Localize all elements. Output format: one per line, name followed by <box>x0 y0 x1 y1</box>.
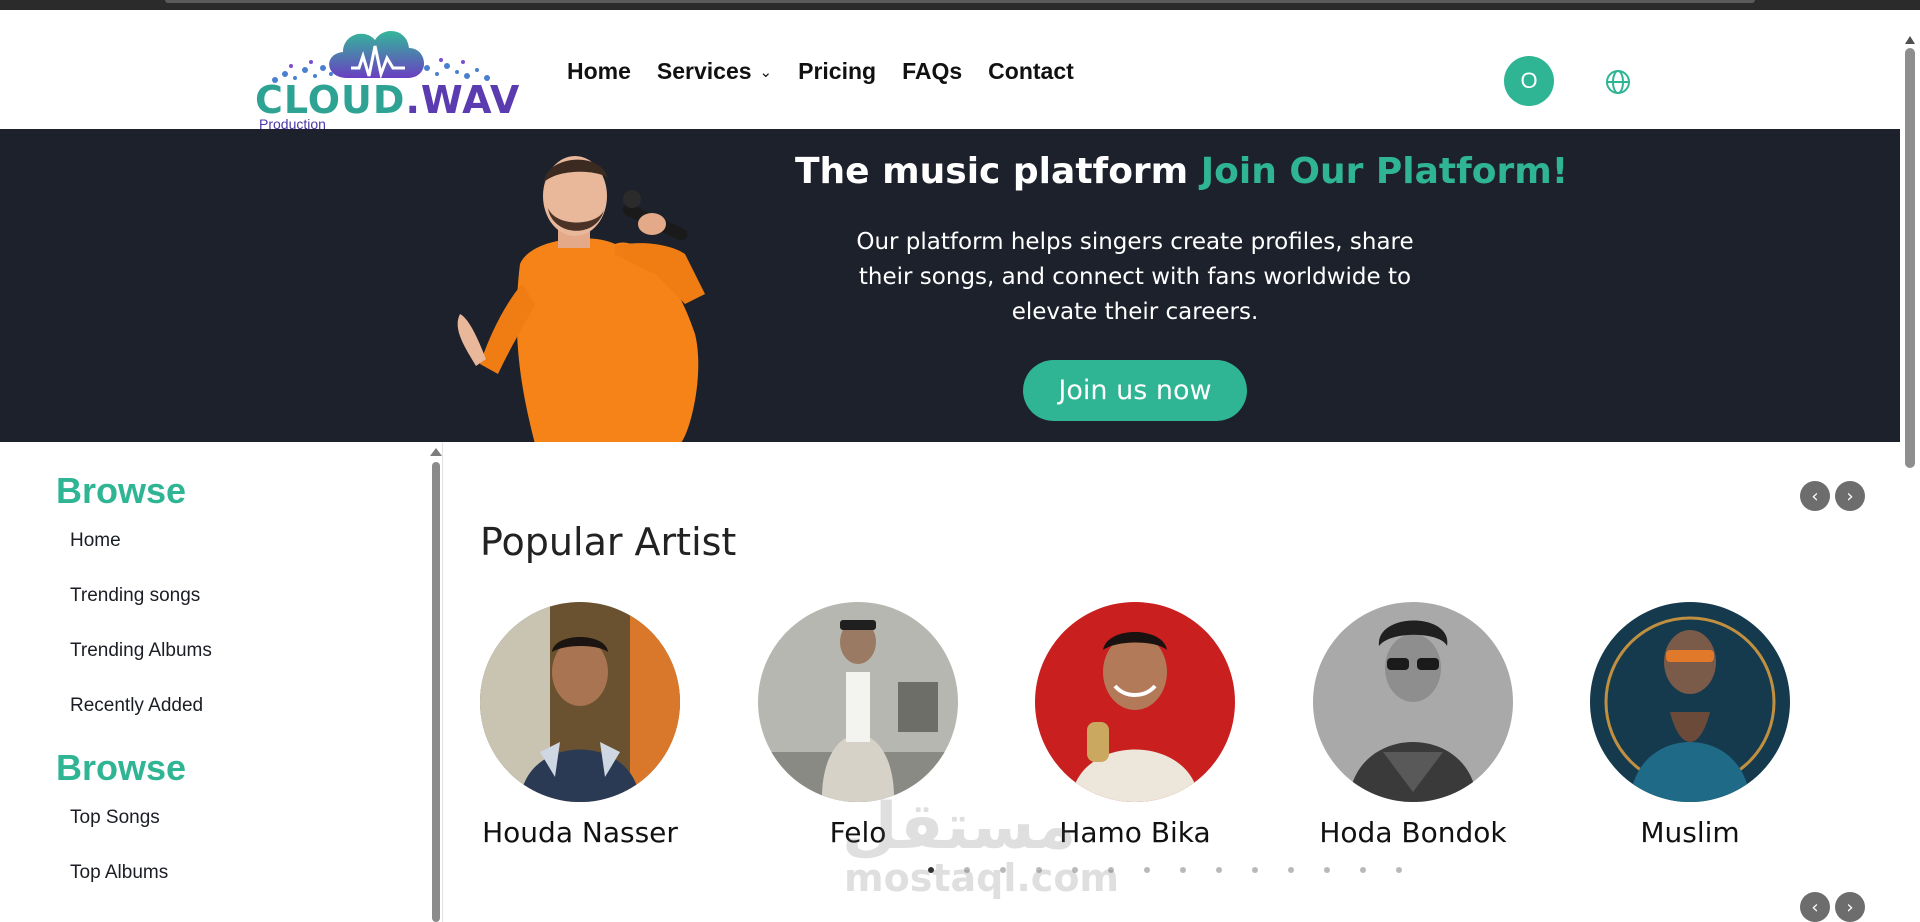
chevron-left-icon: ‹ <box>1811 485 1819 507</box>
pagination-dot[interactable] <box>928 867 934 873</box>
sidebar-heading-browse: Browse <box>56 470 187 511</box>
pagination-dot[interactable] <box>1216 867 1222 873</box>
join-us-button[interactable]: Join us now <box>1023 360 1247 421</box>
popular-artist-title: Popular Artist <box>480 520 737 564</box>
chevron-right-icon: › <box>1846 896 1854 918</box>
sidebar-scrollbar[interactable] <box>430 442 442 922</box>
artist-name: Hoda Bondok <box>1319 816 1507 849</box>
pagination-dot[interactable] <box>964 867 970 873</box>
artist-name: Houda Nasser <box>482 816 678 849</box>
page-scrollbar[interactable] <box>1900 10 1920 922</box>
pagination-dot[interactable] <box>1360 867 1366 873</box>
pagination-dot[interactable] <box>1396 867 1402 873</box>
logo[interactable]: CLOUD.WAV Production <box>255 20 519 135</box>
browser-top-strip <box>0 0 1920 10</box>
artist-name: Felo <box>829 816 887 849</box>
sidebar-item-trending-albums[interactable]: Trending Albums <box>70 640 212 662</box>
nav-pricing[interactable]: Pricing <box>798 58 876 85</box>
sidebar-heading-browse-2: Browse <box>56 747 187 788</box>
sidebar-item-home[interactable]: Home <box>70 530 121 552</box>
artist-photo <box>1313 602 1513 802</box>
carousel-next-button-2[interactable]: › <box>1835 892 1865 922</box>
site-header: CLOUD.WAV Production Home Services ⌄ Pric… <box>0 10 1900 132</box>
pagination-dot[interactable] <box>1036 867 1042 873</box>
pagination-dot[interactable] <box>1252 867 1258 873</box>
carousel-pagination <box>928 867 1402 873</box>
chevron-left-icon: ‹ <box>1811 896 1819 918</box>
carousel-next-button[interactable]: › <box>1835 481 1865 511</box>
nav-faqs[interactable]: FAQs <box>902 58 962 85</box>
singer-image <box>457 156 705 442</box>
nav-services[interactable]: Services ⌄ <box>657 58 772 85</box>
pagination-dot[interactable] <box>1288 867 1294 873</box>
pagination-dot[interactable] <box>1108 867 1114 873</box>
artist-photo <box>1590 602 1790 802</box>
artist-name: Muslim <box>1640 816 1740 849</box>
chevron-right-icon: › <box>1846 485 1854 507</box>
pagination-dot[interactable] <box>1072 867 1078 873</box>
nav-contact[interactable]: Contact <box>988 58 1074 85</box>
artist-photo <box>758 602 958 802</box>
chevron-down-icon: ⌄ <box>759 63 773 81</box>
pagination-dot[interactable] <box>1000 867 1006 873</box>
sidebar-item-top-albums[interactable]: Top Albums <box>70 862 168 884</box>
artist-name: Hamo Bika <box>1059 816 1211 849</box>
nav-home[interactable]: Home <box>567 58 631 85</box>
artist-photo <box>480 602 680 802</box>
sidebar-item-recently-added[interactable]: Recently Added <box>70 695 203 717</box>
hero-title: The music platform Join Our Platform! <box>795 151 1569 192</box>
sidebar-item-trending-songs[interactable]: Trending songs <box>70 585 200 607</box>
hero-description: Our platform helps singers create profil… <box>856 229 1414 325</box>
main-nav: Home Services ⌄ Pricing FAQs Contact <box>567 58 1100 85</box>
carousel-prev-button-2[interactable]: ‹ <box>1800 892 1830 922</box>
user-avatar[interactable]: O <box>1504 56 1554 106</box>
main-content: ‹ › Popular Artist Houda Nasser Felo Ham… <box>443 442 1900 922</box>
pagination-dot[interactable] <box>1324 867 1330 873</box>
hero-banner: The music platform Join Our Platform! Ou… <box>0 129 1900 442</box>
pagination-dot[interactable] <box>1180 867 1186 873</box>
artist-photo <box>1035 602 1235 802</box>
pagination-dot[interactable] <box>1144 867 1150 873</box>
globe-icon[interactable] <box>1604 68 1632 96</box>
sidebar-item-top-songs[interactable]: Top Songs <box>70 807 160 829</box>
sidebar: Browse Home Trending songs Trending Albu… <box>0 442 430 922</box>
carousel-prev-button[interactable]: ‹ <box>1800 481 1830 511</box>
